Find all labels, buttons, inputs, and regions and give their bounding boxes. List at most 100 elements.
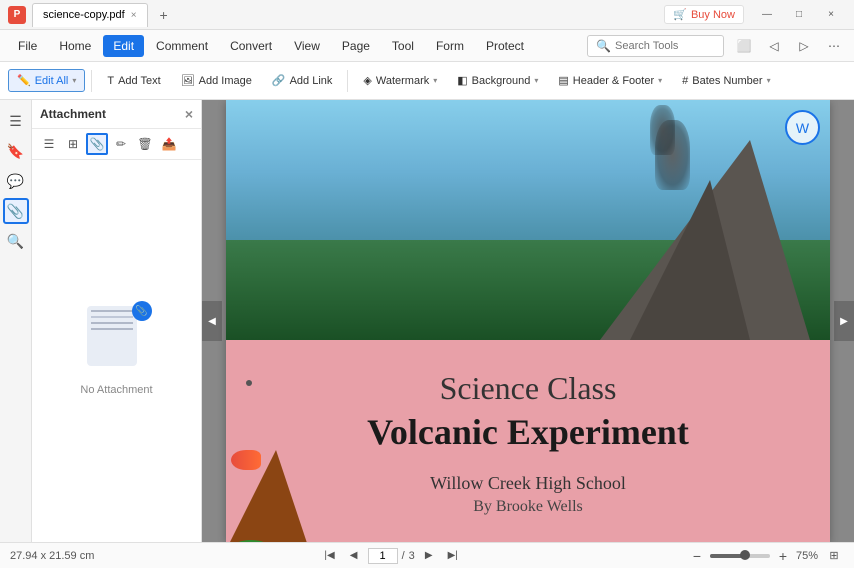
add-text-button[interactable]: T Add Text	[98, 70, 169, 92]
maximize-button[interactable]: □	[784, 5, 814, 25]
sidebar-item-comment[interactable]: 💬	[3, 168, 29, 194]
page-dimensions: 27.94 x 21.59 cm	[10, 550, 94, 562]
tab-filename: science-copy.pdf	[43, 9, 125, 21]
toolbar-separator-2	[347, 70, 348, 92]
zoom-percent-label: 75%	[796, 550, 818, 562]
panel-tool-list[interactable]: ☰	[38, 133, 60, 155]
menu-view[interactable]: View	[284, 35, 330, 57]
add-link-button[interactable]: 🔗 Add Link	[263, 69, 342, 92]
more-options-icon[interactable]: ⋯	[822, 34, 846, 58]
panel-tool-grid[interactable]: ⊞	[62, 133, 84, 155]
page-navigation: |◀ ◀ / 3 ▶ ▶|	[320, 547, 463, 565]
panel-tool-edit[interactable]: ✏	[110, 133, 132, 155]
page-number-input[interactable]	[368, 548, 398, 564]
background-button[interactable]: ◧ Background ▾	[448, 69, 547, 92]
menu-file[interactable]: File	[8, 35, 47, 57]
watermark-label: Watermark	[376, 75, 429, 87]
sidebar-item-search[interactable]: 🔍	[3, 228, 29, 254]
status-center: |◀ ◀ / 3 ▶ ▶|	[102, 547, 680, 565]
tab-close-button[interactable]: ×	[131, 10, 137, 21]
new-tab-button[interactable]: +	[154, 5, 174, 25]
image-icon: 🖼	[181, 74, 195, 87]
menu-tool[interactable]: Tool	[382, 35, 424, 57]
minimize-button[interactable]: —	[752, 5, 782, 25]
buy-now-label: Buy Now	[691, 9, 735, 21]
app-icon: P	[8, 6, 26, 24]
menu-home[interactable]: Home	[49, 35, 101, 57]
attachment-document-icon	[87, 306, 137, 366]
panel-title: Attachment	[40, 107, 106, 121]
forward-icon[interactable]: ▷	[792, 34, 816, 58]
sidebar-item-attachment[interactable]: 📎	[3, 198, 29, 224]
header-icon: ▤	[558, 74, 568, 87]
toolbar-separator-1	[91, 70, 92, 92]
status-bar: 27.94 x 21.59 cm |◀ ◀ / 3 ▶ ▶| − + 75% ⊞	[0, 542, 854, 568]
bates-number-button[interactable]: # Bates Number ▾	[673, 70, 779, 92]
background-dropdown-icon: ▾	[534, 76, 538, 85]
last-page-button[interactable]: ▶|	[443, 547, 463, 565]
buy-now-button[interactable]: 🛒 Buy Now	[664, 5, 744, 24]
pdf-viewer-area: ◀ W Science Class Volcanic Experiment Wi…	[202, 100, 854, 542]
zoom-in-button[interactable]: +	[774, 547, 792, 565]
edit-all-label: Edit All	[35, 75, 69, 87]
header-footer-button[interactable]: ▤ Header & Footer ▾	[549, 69, 671, 92]
next-page-button[interactable]: ▶	[419, 547, 439, 565]
sidebar-item-bookmark[interactable]: 🔖	[3, 138, 29, 164]
attachment-badge: 📎	[132, 301, 152, 321]
text-icon: T	[107, 75, 114, 87]
volcano-illustration	[226, 440, 336, 542]
menu-edit[interactable]: Edit	[103, 35, 144, 57]
menu-comment[interactable]: Comment	[146, 35, 218, 57]
add-text-label: Add Text	[118, 75, 161, 87]
title-bar-right: 🛒 Buy Now — □ ×	[664, 5, 846, 25]
watermark-dropdown-icon: ▾	[433, 76, 437, 85]
edit-all-button[interactable]: ✏️ Edit All ▾	[8, 69, 85, 92]
panel-tool-export[interactable]: 📤	[158, 133, 180, 155]
menu-right-actions: ⬜ ◁ ▷ ⋯	[732, 34, 846, 58]
menu-bar: File Home Edit Comment Convert View Page…	[0, 30, 854, 62]
search-tools-input[interactable]	[615, 40, 715, 52]
search-icon: 🔍	[596, 39, 611, 53]
edit-icon: ✏️	[17, 74, 31, 87]
back-icon[interactable]: ◁	[762, 34, 786, 58]
menu-protect[interactable]: Protect	[476, 35, 534, 57]
cart-icon: 🛒	[673, 8, 687, 21]
menu-form[interactable]: Form	[426, 35, 474, 57]
attachment-empty-icon: 📎	[87, 306, 147, 376]
smoke-plume-2	[650, 105, 675, 155]
no-attachment-label: No Attachment	[80, 384, 152, 396]
prev-page-button[interactable]: ◀	[344, 547, 364, 565]
sidebar-item-thumbnail[interactable]: ☰	[3, 108, 29, 134]
pdf-page: W Science Class Volcanic Experiment Will…	[226, 100, 830, 542]
dot-decoration	[246, 380, 252, 386]
window-close-button[interactable]: ×	[816, 5, 846, 25]
zoom-controls: − + 75%	[688, 547, 818, 565]
watermark-button[interactable]: ◈ Watermark ▾	[354, 69, 446, 92]
zoom-slider-thumb[interactable]	[740, 550, 750, 560]
add-link-label: Add Link	[290, 75, 333, 87]
watermark-badge[interactable]: W	[785, 110, 820, 145]
add-image-button[interactable]: 🖼 Add Image	[172, 69, 261, 92]
panel-close-button[interactable]: ×	[185, 106, 193, 122]
fit-page-button[interactable]: ⊞	[824, 547, 844, 565]
next-page-arrow[interactable]: ▶	[834, 301, 854, 341]
attachment-content: 📎 No Attachment	[32, 160, 201, 542]
bates-dropdown-icon: ▾	[767, 76, 771, 85]
first-page-button[interactable]: |◀	[320, 547, 340, 565]
panel-tool-attach[interactable]: 📎	[86, 133, 108, 155]
header-footer-dropdown-icon: ▾	[658, 76, 662, 85]
background-label: Background	[472, 75, 531, 87]
zoom-out-button[interactable]: −	[688, 547, 706, 565]
pdf-title-science: Science Class	[246, 370, 810, 407]
zoom-slider[interactable]	[710, 554, 770, 558]
menu-page[interactable]: Page	[332, 35, 380, 57]
active-tab[interactable]: science-copy.pdf ×	[32, 3, 148, 27]
lava-flow	[231, 450, 261, 470]
panel-header: Attachment ×	[32, 100, 201, 129]
search-tools-box[interactable]: 🔍	[587, 35, 724, 57]
prev-page-arrow[interactable]: ◀	[202, 301, 222, 341]
link-icon: 🔗	[272, 74, 286, 87]
panel-tool-delete[interactable]: 🗑	[134, 133, 156, 155]
external-link-icon[interactable]: ⬜	[732, 34, 756, 58]
menu-convert[interactable]: Convert	[220, 35, 282, 57]
